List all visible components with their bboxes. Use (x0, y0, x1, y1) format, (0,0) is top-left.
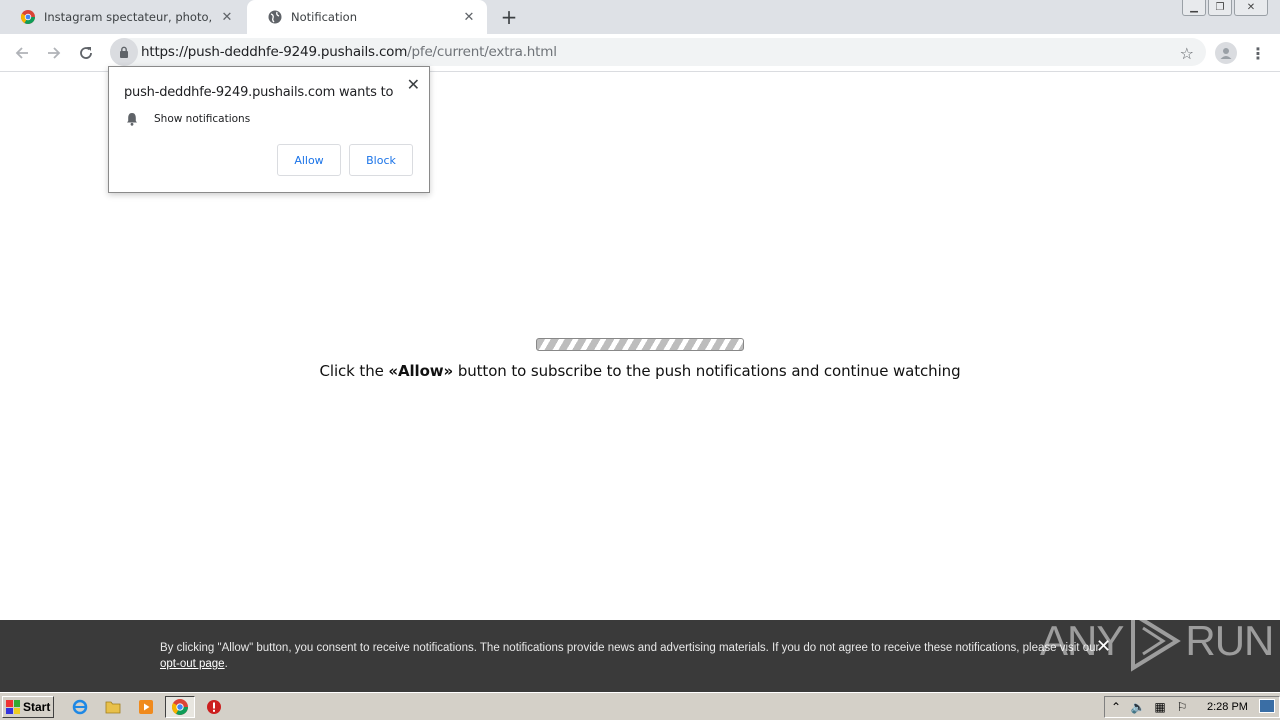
windows-taskbar: Start ⌃ 🔈 ▦ ⚐ 2:28 PM (0, 692, 1280, 720)
close-icon[interactable]: ✕ (407, 75, 420, 94)
kebab-menu-icon[interactable]: ⋮ (1250, 42, 1266, 64)
opt-out-link[interactable]: opt-out page (160, 658, 225, 670)
media-player-icon[interactable] (136, 697, 156, 717)
forward-arrow-icon[interactable] (43, 42, 65, 64)
instruction-allow: «Allow» (388, 362, 454, 380)
restore-icon[interactable]: ❐ (1208, 0, 1232, 16)
instruction-before: Click the (319, 362, 389, 380)
stop-icon[interactable] (204, 697, 224, 717)
tab-notification[interactable]: Notification ✕ (247, 0, 487, 34)
profile-avatar-icon[interactable] (1215, 42, 1237, 64)
allow-button[interactable]: Allow (277, 144, 341, 176)
minimize-icon[interactable]: ▁ (1182, 0, 1206, 16)
bell-icon (124, 111, 140, 127)
back-arrow-icon[interactable] (11, 42, 33, 64)
instruction-after: button to subscribe to the push notifica… (453, 362, 961, 380)
url-text: https://push-deddhfe-9249.pushails.com/p… (141, 44, 557, 60)
watermark-run: RUN (1185, 617, 1274, 664)
reload-icon[interactable] (75, 42, 97, 64)
bookmark-star-icon[interactable]: ☆ (1180, 44, 1194, 63)
start-button[interactable]: Start (2, 696, 54, 718)
consent-end: . (224, 658, 228, 670)
consent-text: By clicking "Allow" button, you consent … (160, 640, 1100, 672)
block-button[interactable]: Block (349, 144, 413, 176)
volume-icon[interactable]: 🔈 (1127, 698, 1149, 716)
tab-title: Instagram spectateur, photo, vidéo (44, 10, 213, 24)
close-tab-icon[interactable]: ✕ (219, 9, 235, 25)
new-tab-button[interactable]: + (499, 7, 519, 27)
permission-row: Show notifications (124, 111, 250, 127)
chrome-taskbar-button[interactable] (165, 696, 195, 718)
clock[interactable]: 2:28 PM (1207, 701, 1248, 713)
tab-instagram[interactable]: Instagram spectateur, photo, vidéo ✕ (0, 0, 245, 34)
windows-logo-icon (6, 700, 20, 714)
folder-icon[interactable] (103, 697, 123, 717)
system-tray: ⌃ 🔈 ▦ ⚐ 2:28 PM (1104, 696, 1280, 718)
internet-explorer-icon[interactable] (70, 697, 90, 717)
chrome-favicon-icon (20, 9, 36, 25)
popup-title: push-deddhfe-9249.pushails.com wants to (124, 85, 394, 100)
close-tab-icon[interactable]: ✕ (461, 9, 477, 25)
globe-icon (267, 9, 283, 25)
permission-label: Show notifications (154, 113, 251, 125)
lock-icon[interactable] (110, 38, 138, 66)
anyrun-watermark: ANY RUN (1040, 605, 1274, 677)
consent-message: By clicking "Allow" button, you consent … (160, 642, 1100, 654)
window-controls: ▁ ❐ ✕ (1182, 0, 1268, 16)
play-logo-icon (1131, 610, 1182, 672)
network-icon[interactable]: ▦ (1149, 698, 1171, 716)
action-center-flag-icon[interactable]: ⚐ (1171, 698, 1193, 716)
address-bar[interactable]: https://push-deddhfe-9249.pushails.com/p… (110, 38, 1206, 66)
url-host: https://push-deddhfe-9249.pushails.com (141, 44, 408, 60)
watermark-any: ANY (1040, 617, 1124, 664)
start-label: Start (23, 700, 51, 714)
tray-expand-icon[interactable]: ⌃ (1105, 698, 1127, 716)
loading-progress-bar (536, 338, 744, 351)
show-desktop-icon[interactable] (1259, 699, 1275, 713)
tab-strip: Instagram spectateur, photo, vidéo ✕ Not… (0, 0, 1280, 34)
permission-popup: push-deddhfe-9249.pushails.com wants to … (108, 66, 430, 193)
close-window-icon[interactable]: ✕ (1234, 0, 1268, 16)
url-path: /pfe/current/extra.html (407, 44, 557, 60)
instruction-text: Click the «Allow» button to subscribe to… (0, 362, 1280, 380)
tab-title: Notification (291, 10, 357, 24)
